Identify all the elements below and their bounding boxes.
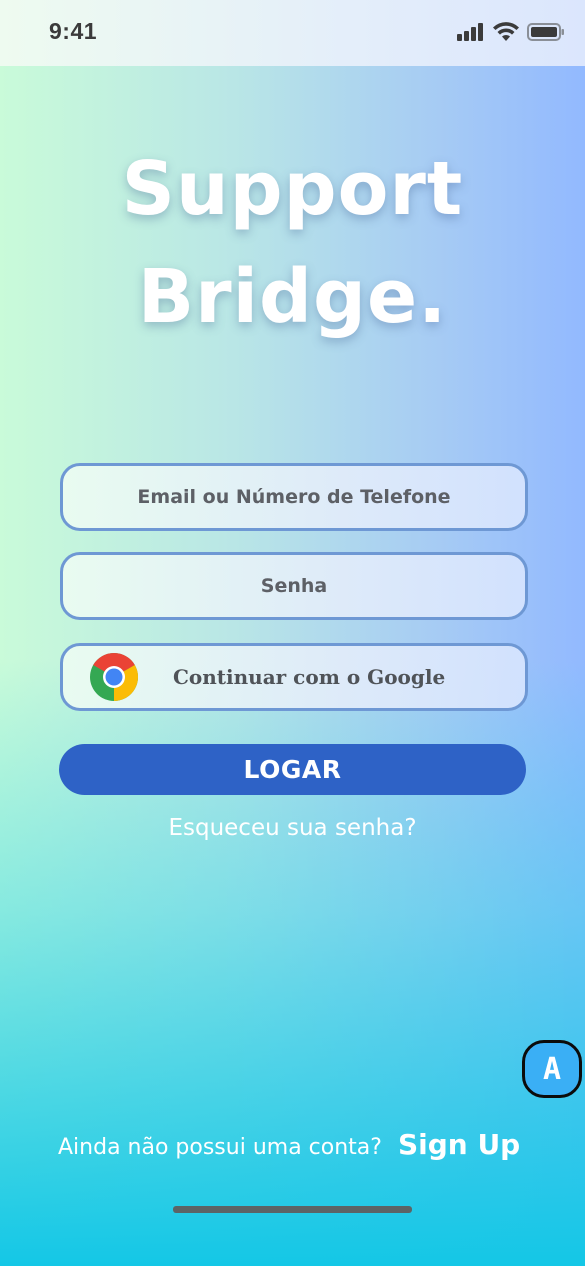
app-title-line2: Bridge. xyxy=(137,254,448,340)
password-field[interactable]: Senha xyxy=(60,552,528,620)
accessibility-badge[interactable]: A xyxy=(522,1040,582,1098)
google-signin-button[interactable]: Continuar com o Google xyxy=(60,643,528,711)
status-icons xyxy=(457,22,565,41)
app-title-line1: Support xyxy=(121,146,464,232)
login-button[interactable]: LOGAR xyxy=(59,744,526,795)
signup-row: Ainda não possui uma conta? Sign Up xyxy=(58,1128,520,1161)
battery-icon xyxy=(527,22,564,41)
signup-prompt: Ainda não possui uma conta? xyxy=(58,1135,382,1160)
app-title: Support Bridge. xyxy=(0,135,585,351)
chrome-logo-icon xyxy=(90,652,139,701)
password-placeholder: Senha xyxy=(260,575,328,597)
signup-link[interactable]: Sign Up xyxy=(398,1128,520,1161)
cellular-signal-icon xyxy=(457,22,483,41)
status-bar: 9:41 xyxy=(0,0,585,66)
forgot-password-link[interactable]: Esqueceu sua senha? xyxy=(0,815,585,841)
wifi-icon xyxy=(493,22,519,41)
google-signin-label: Continuar com o Google xyxy=(173,665,446,689)
email-placeholder: Email ou Número de Telefone xyxy=(137,486,451,508)
status-time: 9:41 xyxy=(49,18,98,44)
home-indicator xyxy=(173,1206,412,1213)
login-screen: 9:41 Support Bridge. Email ou Número de … xyxy=(0,0,585,1266)
email-field[interactable]: Email ou Número de Telefone xyxy=(60,463,528,531)
